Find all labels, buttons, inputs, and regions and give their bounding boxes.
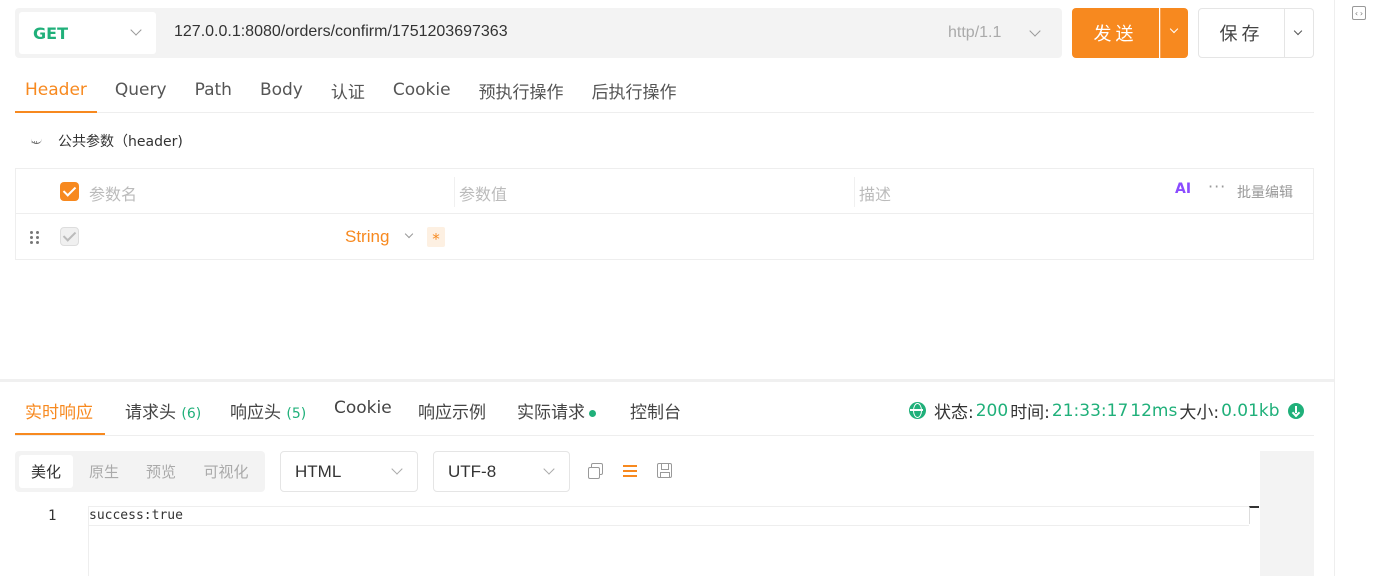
tab-cookie[interactable]: Cookie	[383, 68, 461, 112]
chevron-down-icon	[130, 24, 142, 36]
status-dot-icon	[589, 409, 596, 417]
bulk-edit-button[interactable]: 批量编辑	[1237, 182, 1293, 202]
encoding-select[interactable]: UTF-8	[433, 451, 570, 492]
more-icon[interactable]: ···	[1208, 177, 1226, 196]
params-table: 参数名 参数值 描述 AI ··· 批量编辑 String *	[15, 168, 1314, 260]
chevron-down-icon	[543, 463, 555, 475]
code-line: success:true	[89, 506, 1249, 526]
editor-minimap[interactable]	[1260, 451, 1314, 576]
tab-response-headers[interactable]: 响应头 (5)	[230, 398, 306, 423]
tab-body[interactable]: Body	[250, 68, 313, 112]
copy-icon[interactable]	[587, 462, 605, 480]
save-button[interactable]: 保存	[1198, 8, 1285, 58]
code-view-icon[interactable]: ‹›	[1352, 6, 1366, 20]
tab-post-script[interactable]: 后执行操作	[582, 68, 687, 112]
code-text: success:true	[89, 508, 183, 523]
tab-query[interactable]: Query	[105, 68, 177, 112]
response-size: 0.01kb	[1221, 400, 1280, 421]
row-enable-checkbox[interactable]	[60, 227, 79, 246]
tab-cookie[interactable]: Cookie	[334, 398, 392, 418]
method-select[interactable]: GET	[19, 12, 156, 54]
chevron-down-icon	[1169, 24, 1179, 34]
common-params-toggle[interactable]: 公共参数（header)	[30, 130, 183, 152]
format-select[interactable]: HTML	[280, 451, 418, 492]
wrap-lines-icon[interactable]	[622, 462, 640, 480]
view-pretty[interactable]: 美化	[19, 455, 73, 488]
request-tabs: Header Query Path Body 认证 Cookie 预执行操作 后…	[15, 68, 1314, 113]
tab-response-examples[interactable]: 响应示例	[418, 398, 486, 423]
view-raw[interactable]: 原生	[77, 455, 131, 488]
drag-handle-icon[interactable]	[30, 231, 40, 245]
line-number: 1	[48, 508, 57, 524]
eye-closed-icon[interactable]	[30, 136, 44, 149]
select-all-checkbox[interactable]	[60, 182, 79, 201]
globe-icon	[909, 402, 926, 419]
tab-auth[interactable]: 认证	[321, 68, 375, 112]
line-gutter: 1	[15, 506, 89, 576]
status-code: 200	[975, 400, 1009, 421]
response-editor[interactable]: 1 success:true	[15, 506, 1260, 576]
param-type-select[interactable]: String	[345, 227, 389, 247]
save-response-icon[interactable]	[657, 463, 672, 478]
chevron-down-icon	[391, 463, 403, 475]
view-preview[interactable]: 预览	[134, 455, 188, 488]
save-options-button[interactable]	[1285, 8, 1314, 58]
send-button[interactable]: 发送	[1072, 8, 1159, 58]
response-time: 21:33:17	[1051, 400, 1129, 421]
panel-resizer[interactable]	[0, 379, 1334, 382]
method-label: GET	[33, 23, 68, 43]
column-header-name: 参数名	[89, 185, 138, 204]
column-header-value: 参数值	[459, 185, 508, 204]
tab-console[interactable]: 控制台	[630, 398, 681, 423]
tab-realtime-response[interactable]: 实时响应	[25, 398, 93, 423]
response-status: 状态: 200 时间: 21:33:17 12ms 大小: 0.01kb	[909, 398, 1304, 423]
tab-path[interactable]: Path	[185, 68, 242, 112]
url-input[interactable]: 127.0.0.1:8080/orders/confirm/1751203697…	[174, 23, 508, 41]
chevron-down-icon	[1029, 25, 1041, 37]
tab-actual-request[interactable]: 实际请求	[517, 398, 596, 423]
chevron-down-icon	[404, 229, 414, 239]
tab-header[interactable]: Header	[15, 68, 97, 113]
required-toggle[interactable]: *	[427, 227, 445, 248]
code-area[interactable]: success:true	[88, 506, 1249, 576]
ai-icon[interactable]: AI	[1175, 181, 1191, 197]
download-icon[interactable]	[1287, 402, 1304, 419]
editor-scrollbar[interactable]	[1249, 506, 1259, 524]
send-options-button[interactable]	[1160, 8, 1188, 58]
url-bar: GET 127.0.0.1:8080/orders/confirm/175120…	[15, 8, 1062, 58]
protocol-select[interactable]: http/1.1	[948, 24, 1001, 42]
main-panel: GET 127.0.0.1:8080/orders/confirm/175120…	[0, 0, 1334, 576]
params-table-header: 参数名 参数值 描述 AI ··· 批量编辑	[16, 169, 1313, 214]
response-tabs: 实时响应 请求头 (6) 响应头 (5) Cookie 响应示例 实际请求 控制…	[15, 386, 1314, 436]
common-params-label: 公共参数（header)	[58, 134, 183, 150]
active-tab-indicator	[15, 433, 105, 435]
tab-pre-script[interactable]: 预执行操作	[469, 68, 574, 112]
chevron-down-icon	[1293, 26, 1303, 36]
view-mode-group: 美化 原生 预览 可视化	[15, 451, 265, 492]
right-sidebar	[1334, 0, 1380, 576]
tab-request-headers[interactable]: 请求头 (6)	[125, 398, 201, 423]
column-resizer[interactable]	[854, 177, 855, 207]
view-visualize[interactable]: 可视化	[193, 455, 259, 488]
column-header-description: 描述	[859, 185, 892, 204]
column-resizer[interactable]	[454, 177, 455, 207]
response-duration: 12ms	[1130, 400, 1178, 421]
